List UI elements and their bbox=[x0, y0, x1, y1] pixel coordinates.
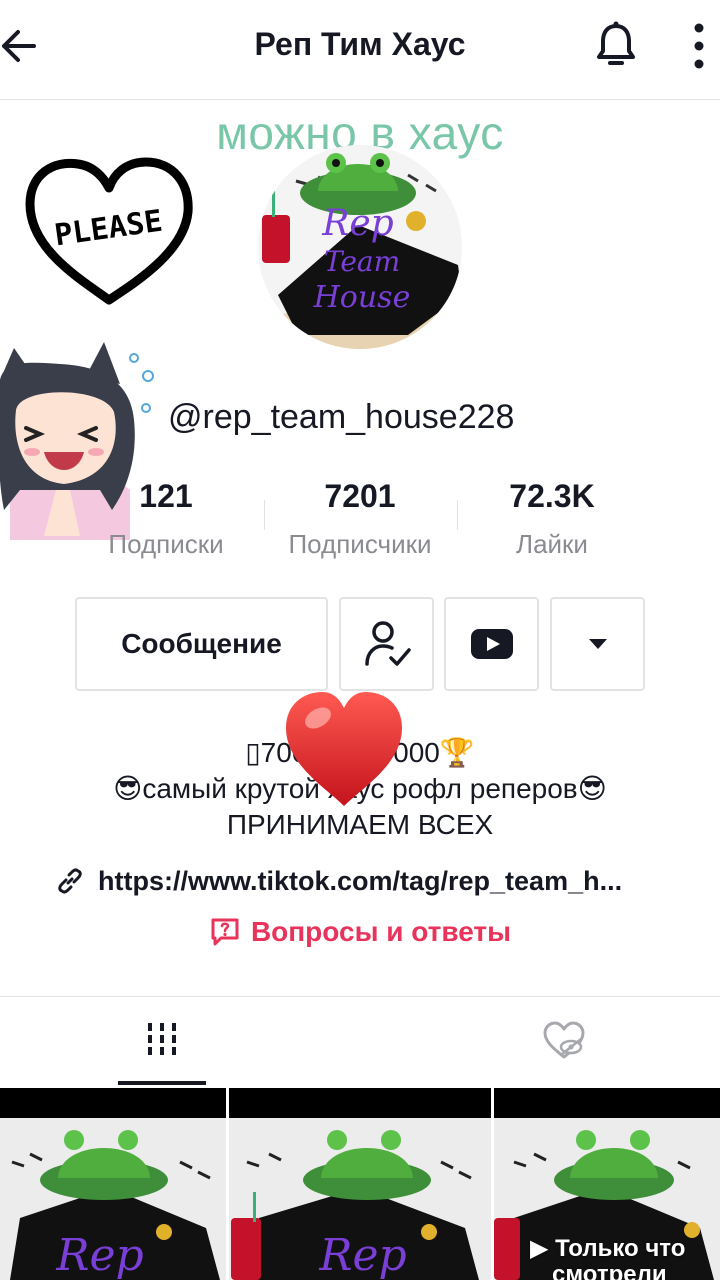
username: @rep_team_house228 bbox=[168, 398, 515, 436]
more-profile-actions-button[interactable] bbox=[550, 597, 645, 691]
notifications-button[interactable] bbox=[592, 18, 640, 70]
stat-following[interactable]: 121 Подписки bbox=[66, 478, 266, 560]
hidden-heart-icon bbox=[543, 1021, 585, 1059]
profile-avatar[interactable]: Rep Team House bbox=[258, 145, 462, 349]
grid-icon bbox=[148, 1023, 176, 1055]
avatar-house-text: House bbox=[313, 280, 411, 315]
youtube-icon bbox=[470, 629, 513, 659]
tab-liked[interactable] bbox=[520, 997, 608, 1085]
more-options-button[interactable] bbox=[684, 18, 714, 74]
bio-link-text[interactable]: https://www.tiktok.com/tag/rep_team_h... bbox=[98, 866, 622, 897]
please-heart-sticker: PLEASE bbox=[22, 152, 196, 308]
following-label: Подписки bbox=[108, 529, 224, 559]
more-vertical-icon bbox=[694, 23, 704, 69]
stat-followers[interactable]: 7201 Подписчики bbox=[260, 478, 460, 560]
message-button[interactable]: Сообщение bbox=[75, 597, 328, 691]
video-rep-text: Rep bbox=[318, 1230, 406, 1280]
profile-tabs bbox=[0, 996, 720, 1086]
bell-icon bbox=[597, 21, 635, 65]
stat-likes[interactable]: 72.3K Лайки bbox=[452, 478, 652, 560]
qa-label: Вопросы и ответы bbox=[250, 916, 512, 947]
youtube-link-button[interactable] bbox=[444, 597, 539, 691]
following-status-button[interactable] bbox=[339, 597, 434, 691]
user-check-icon bbox=[364, 621, 411, 666]
bio-link[interactable]: https://www.tiktok.com/tag/rep_team_h... bbox=[56, 862, 622, 900]
recently-watched-label: ▶ Только что смотрели bbox=[530, 1236, 685, 1280]
video-thumbnail[interactable]: ▶ Только что смотрели bbox=[494, 1088, 720, 1280]
tab-videos[interactable] bbox=[118, 997, 206, 1085]
avatar-rep-text: Rep bbox=[321, 203, 393, 244]
link-icon bbox=[58, 868, 82, 894]
avatar-team-text: Team bbox=[324, 245, 400, 278]
video-rep-text: Rep bbox=[55, 1230, 143, 1280]
play-icon: ▶ bbox=[530, 1235, 556, 1262]
qa-link[interactable]: Вопросы и ответы bbox=[0, 916, 720, 948]
likes-count: 72.3K bbox=[509, 478, 595, 514]
caret-down-icon bbox=[588, 639, 607, 649]
followers-count: 7201 bbox=[324, 478, 396, 514]
likes-label: Лайки bbox=[516, 529, 588, 559]
red-heart-sticker bbox=[282, 688, 406, 810]
video-thumbnail[interactable]: Rep bbox=[0, 1088, 226, 1280]
bio-line-3: ПРИНИМАЕМ ВСЕХ bbox=[226, 809, 494, 840]
watched-line-2: смотрели bbox=[552, 1261, 667, 1280]
following-count: 121 bbox=[139, 478, 193, 514]
question-bubble-icon bbox=[211, 918, 239, 946]
watched-line-1: Только что bbox=[555, 1235, 686, 1262]
video-thumbnail[interactable]: Rep bbox=[229, 1088, 491, 1280]
top-bar: Реп Тим Хаус bbox=[0, 0, 720, 100]
video-grid: Rep Rep ▶ Только что смотрели bbox=[0, 1088, 720, 1280]
followers-label: Подписчики bbox=[288, 529, 432, 559]
